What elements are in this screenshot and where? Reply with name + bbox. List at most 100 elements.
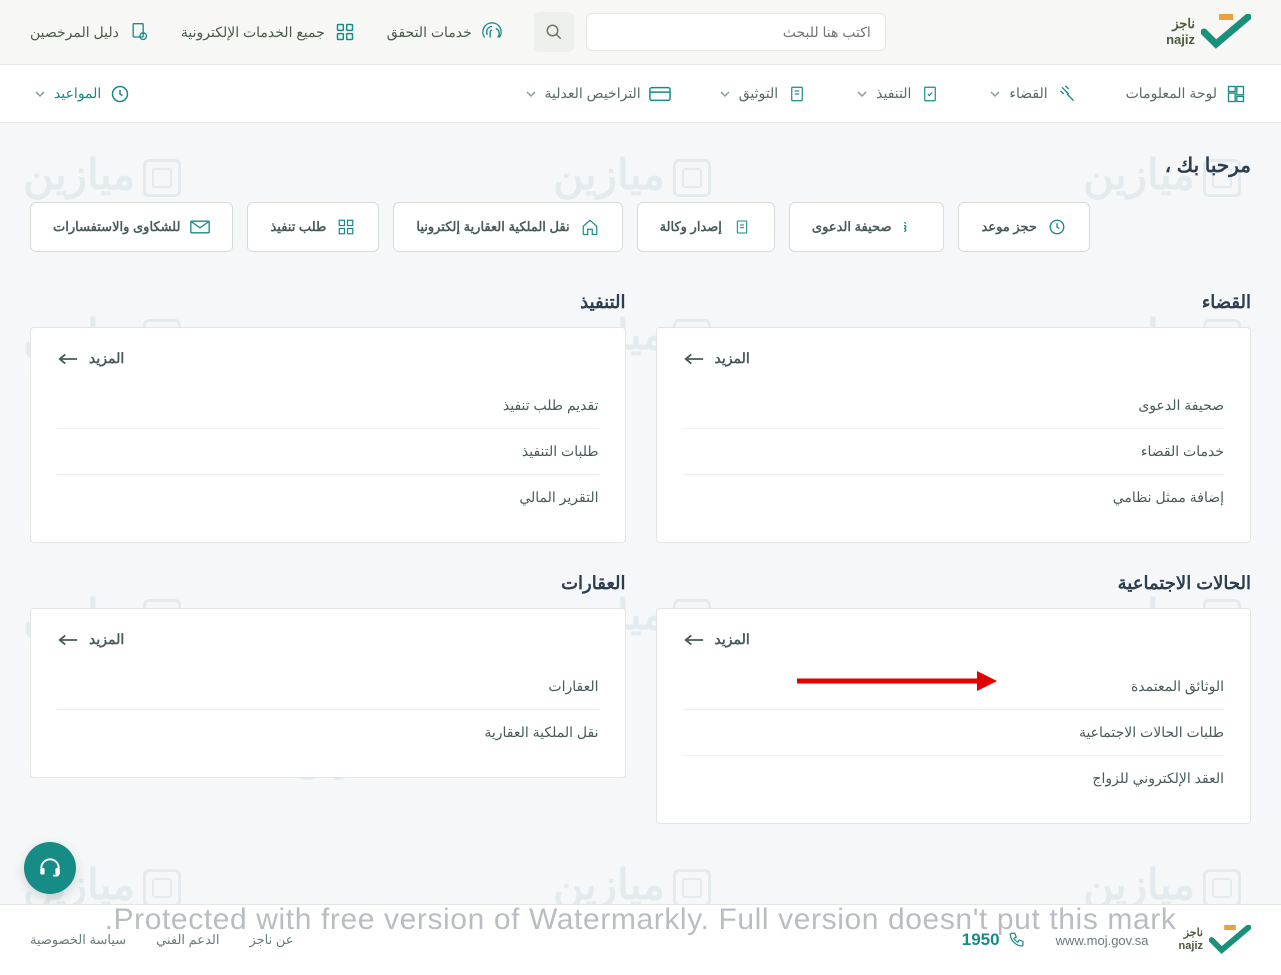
logo-check-icon — [1201, 14, 1251, 50]
footer-link[interactable]: سياسة الخصوصية — [30, 932, 126, 948]
section-realestate: العقارات المزيد العقارات نقل الملكية الع… — [30, 573, 626, 824]
quick-issue-poa[interactable]: إصدار وكالة — [637, 202, 775, 252]
gavel-icon — [1056, 83, 1078, 105]
quick-complaints[interactable]: للشكاوى والاستفسارات — [30, 202, 233, 252]
section-card: المزيد الوثائق المعتمدة طلبات الحالات ال… — [656, 608, 1252, 824]
list-item[interactable]: تقديم طلب تنفيذ — [57, 383, 599, 429]
section-social: الحالات الاجتماعية المزيد الوثائق المعتم… — [656, 573, 1252, 824]
top-link-verify[interactable]: خدمات التحقق — [387, 20, 504, 44]
nav-label: لوحة المعلومات — [1126, 85, 1217, 102]
more-link[interactable]: المزيد — [683, 350, 1225, 367]
nav-label: التنفيذ — [876, 85, 911, 102]
quick-property-transfer[interactable]: نقل الملكية العقارية إلكترونيا — [393, 202, 622, 252]
document-icon — [732, 217, 752, 237]
nav-label: التراخيص العدلية — [545, 85, 641, 102]
svg-text:§: § — [904, 221, 907, 234]
list-item[interactable]: طلبات التنفيذ — [57, 429, 599, 475]
nav-label: القضاء — [1009, 85, 1047, 102]
top-link-label: جميع الخدمات الإلكترونية — [181, 24, 325, 41]
section-card: المزيد صحيفة الدعوى خدمات القضاء إضافة م… — [656, 327, 1252, 543]
chat-fab[interactable] — [24, 842, 76, 894]
card-icon — [649, 83, 671, 105]
chevron-down-icon — [856, 88, 868, 100]
nav-label: التوثيق — [739, 85, 778, 102]
more-label: المزيد — [715, 631, 750, 648]
nav-execution[interactable]: التنفيذ — [852, 73, 945, 115]
chevron-down-icon — [34, 88, 46, 100]
arrow-left-icon — [57, 352, 79, 366]
main-nav: لوحة المعلومات القضاء التنفيذ التوثيق ال… — [0, 65, 1281, 123]
chevron-down-icon — [989, 88, 1001, 100]
top-link-label: دليل المرخصين — [30, 24, 119, 41]
headset-icon — [37, 855, 63, 881]
list-item[interactable]: خدمات القضاء — [683, 429, 1225, 475]
fingerprint-icon — [480, 20, 504, 44]
footer: ناجز najiz www.moj.gov.sa 1950 عن ناجز ا… — [0, 904, 1281, 975]
search-input[interactable] — [586, 13, 886, 51]
footer-logo: ناجز najiz — [1179, 925, 1251, 955]
top-link-licensed-guide[interactable]: دليل المرخصين — [30, 20, 151, 44]
quick-actions-row: حجز موعد § صحيفة الدعوى إصدار وكالة نقل … — [30, 202, 1251, 252]
quick-label: صحيفة الدعوى — [812, 219, 892, 235]
clock-icon — [109, 83, 131, 105]
brand-logo[interactable]: ناجز najiz — [1166, 14, 1251, 50]
section-card: المزيد تقديم طلب تنفيذ طلبات التنفيذ الت… — [30, 327, 626, 543]
section-title: القضاء — [656, 292, 1252, 313]
arrow-left-icon — [57, 633, 79, 647]
list-item[interactable]: نقل الملكية العقارية — [57, 710, 599, 755]
more-link[interactable]: المزيد — [57, 631, 599, 648]
section-title: الحالات الاجتماعية — [656, 573, 1252, 594]
nav-dashboard[interactable]: لوحة المعلومات — [1122, 73, 1251, 115]
quick-label: للشكاوى والاستفسارات — [53, 219, 180, 235]
nav-licenses[interactable]: التراخيص العدلية — [521, 73, 675, 115]
logo-text: ناجز najiz — [1166, 16, 1195, 47]
more-link[interactable]: المزيد — [683, 631, 1225, 648]
list-item[interactable]: طلبات الحالات الاجتماعية — [683, 710, 1225, 756]
top-link-all-services[interactable]: جميع الخدمات الإلكترونية — [181, 20, 357, 44]
quick-book-appointment[interactable]: حجز موعد — [958, 202, 1089, 252]
dashboard-icon — [1225, 83, 1247, 105]
footer-site-link[interactable]: www.moj.gov.sa — [1056, 933, 1149, 948]
more-link[interactable]: المزيد — [57, 350, 599, 367]
footer-phone[interactable]: 1950 — [962, 930, 1026, 950]
list-item[interactable]: التقرير المالي — [57, 475, 599, 520]
document-user-icon — [127, 20, 151, 44]
mail-icon — [190, 217, 210, 237]
quick-label: حجز موعد — [981, 219, 1036, 235]
quick-exec-request[interactable]: طلب تنفيذ — [247, 202, 379, 252]
more-label: المزيد — [89, 350, 124, 367]
search-wrap — [534, 12, 886, 52]
nav-appointments[interactable]: المواعيد — [30, 73, 135, 115]
list-item[interactable]: إضافة ممثل نظامي — [683, 475, 1225, 520]
document-icon — [786, 83, 808, 105]
chevron-down-icon — [525, 88, 537, 100]
chevron-down-icon — [719, 88, 731, 100]
section-card: المزيد العقارات نقل الملكية العقارية — [30, 608, 626, 778]
top-header: ناجز najiz خدمات التحقق جميع الخدمات الإ… — [0, 0, 1281, 65]
grid-icon — [333, 20, 357, 44]
more-label: المزيد — [89, 631, 124, 648]
arrow-left-icon — [683, 352, 705, 366]
list-item[interactable]: العقد الإلكتروني للزواج — [683, 756, 1225, 801]
list-item[interactable]: صحيفة الدعوى — [683, 383, 1225, 429]
section-execution: التنفيذ المزيد تقديم طلب تنفيذ طلبات الت… — [30, 292, 626, 543]
nav-judiciary[interactable]: القضاء — [985, 73, 1081, 115]
footer-link[interactable]: الدعم الفني — [156, 932, 219, 948]
main-content: مرحبا بك ، حجز موعد § صحيفة الدعوى إصدار… — [0, 123, 1281, 854]
section-judiciary: القضاء المزيد صحيفة الدعوى خدمات القضاء … — [656, 292, 1252, 543]
logo-check-icon — [1209, 925, 1251, 955]
arrow-left-icon — [683, 633, 705, 647]
search-button[interactable] — [534, 12, 574, 52]
quick-case-sheet[interactable]: § صحيفة الدعوى — [789, 202, 945, 252]
quick-label: إصدار وكالة — [660, 219, 722, 235]
logo-text: ناجز najiz — [1179, 927, 1203, 953]
list-item[interactable]: العقارات — [57, 664, 599, 710]
list-item[interactable]: الوثائق المعتمدة — [683, 664, 1225, 710]
nav-notary[interactable]: التوثيق — [715, 73, 812, 115]
footer-link[interactable]: عن ناجز — [249, 932, 293, 948]
grid-icon — [336, 217, 356, 237]
quick-label: نقل الملكية العقارية إلكترونيا — [416, 219, 569, 235]
phone-icon — [1008, 931, 1026, 949]
more-label: المزيد — [715, 350, 750, 367]
clock-icon — [1047, 217, 1067, 237]
